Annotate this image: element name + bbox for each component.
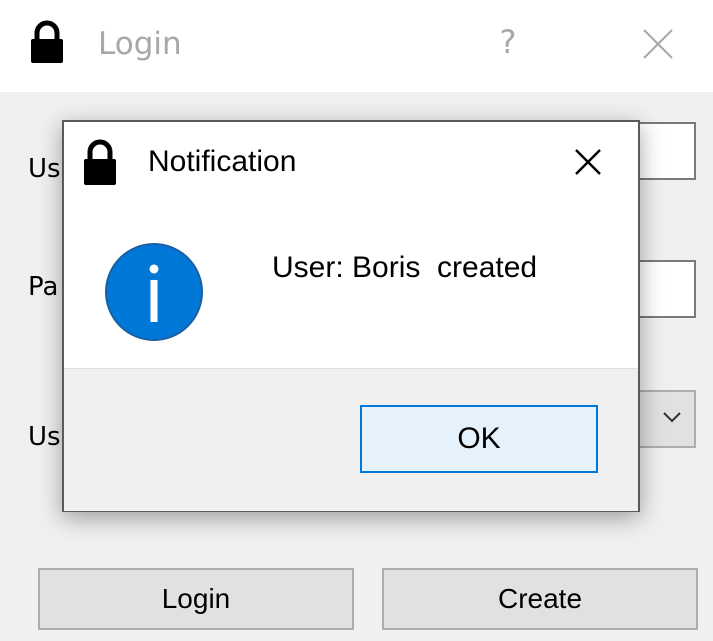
close-icon (643, 29, 673, 59)
login-window-title: Login (98, 26, 182, 62)
login-button[interactable]: Login (38, 568, 354, 630)
close-icon (575, 149, 601, 175)
lock-icon (84, 139, 116, 185)
create-button[interactable]: Create (382, 568, 698, 630)
ok-button[interactable]: OK (360, 405, 598, 473)
usertype-label: Us (28, 422, 61, 452)
info-icon (105, 243, 203, 341)
username-label: Us (28, 154, 61, 184)
chevron-down-icon (663, 412, 681, 423)
notification-close-button[interactable] (570, 144, 606, 180)
notification-title: Notification (148, 145, 297, 178)
notification-dialog: Notification User: Boris created OK (62, 120, 640, 512)
help-button[interactable]: ? (488, 20, 528, 64)
login-close-button[interactable] (636, 20, 680, 64)
password-label: Pa (28, 272, 59, 302)
notification-footer: OK (64, 368, 638, 511)
lock-icon (31, 20, 63, 63)
login-title-bar[interactable]: Login ? (0, 0, 713, 92)
notification-message: User: Boris created (272, 251, 538, 284)
